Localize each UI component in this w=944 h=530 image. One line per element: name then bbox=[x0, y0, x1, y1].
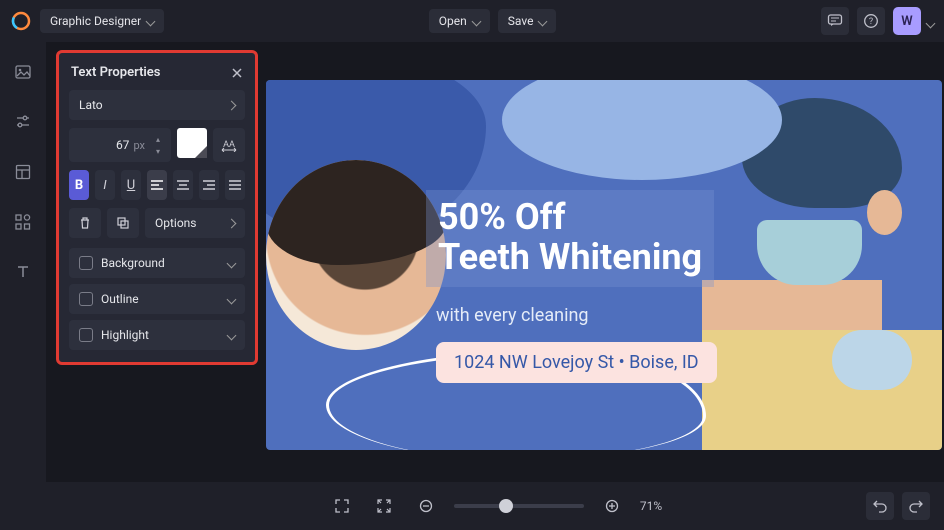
duplicate-icon[interactable] bbox=[107, 208, 139, 238]
letter-spacing-button[interactable]: AA bbox=[213, 128, 245, 162]
underline-button[interactable]: U bbox=[121, 170, 141, 200]
top-bar: Graphic Designer Open Save ? W bbox=[0, 0, 944, 42]
align-justify-button[interactable] bbox=[225, 170, 245, 200]
elements-tool-icon[interactable] bbox=[11, 210, 35, 234]
open-menu[interactable]: Open bbox=[429, 9, 490, 33]
font-name: Lato bbox=[79, 98, 103, 112]
open-label: Open bbox=[439, 14, 467, 28]
mode-dropdown[interactable]: Graphic Designer bbox=[40, 9, 164, 33]
text-color-swatch[interactable] bbox=[177, 128, 207, 158]
address-box[interactable]: 1024 NW Lovejoy St • Boise, ID bbox=[436, 342, 717, 383]
background-label: Background bbox=[101, 256, 165, 270]
zoom-out-icon[interactable] bbox=[412, 492, 440, 520]
chevron-down-icon bbox=[228, 256, 235, 270]
mode-label: Graphic Designer bbox=[50, 14, 141, 28]
feedback-icon[interactable] bbox=[821, 7, 849, 35]
help-icon[interactable]: ? bbox=[857, 7, 885, 35]
checkbox-icon bbox=[79, 328, 93, 342]
text-properties-panel: Text Properties Lato 67 px ▴ ▾ AA B I U bbox=[56, 50, 258, 365]
zoom-percent: 71% bbox=[640, 499, 662, 513]
chevron-right-icon bbox=[228, 98, 235, 112]
checkbox-icon bbox=[79, 256, 93, 270]
adjustments-tool-icon[interactable] bbox=[11, 110, 35, 134]
chevron-down-icon bbox=[147, 14, 154, 28]
undo-icon[interactable] bbox=[866, 492, 894, 520]
user-avatar[interactable]: W bbox=[893, 7, 921, 35]
italic-button[interactable]: I bbox=[95, 170, 115, 200]
chevron-down-icon bbox=[539, 14, 546, 28]
font-family-selector[interactable]: Lato bbox=[69, 90, 245, 120]
fullscreen-icon[interactable] bbox=[328, 492, 356, 520]
delete-icon[interactable] bbox=[69, 208, 101, 238]
highlight-label: Highlight bbox=[101, 328, 149, 342]
save-menu[interactable]: Save bbox=[498, 9, 557, 33]
chevron-down-icon bbox=[228, 328, 235, 342]
bold-button[interactable]: B bbox=[69, 170, 89, 200]
close-icon[interactable] bbox=[231, 67, 243, 79]
svg-text:?: ? bbox=[869, 17, 873, 27]
chevron-down-icon[interactable] bbox=[927, 12, 934, 31]
chevron-down-icon bbox=[473, 14, 480, 28]
options-label: Options bbox=[155, 216, 197, 230]
font-size-value: 67 bbox=[116, 138, 130, 152]
text-tool-icon[interactable] bbox=[11, 260, 35, 284]
svg-text:AA: AA bbox=[223, 140, 235, 150]
design-canvas[interactable]: 50% Off Teeth Whitening with every clean… bbox=[266, 80, 942, 450]
chevron-right-icon bbox=[228, 216, 235, 230]
subhead-text[interactable]: with every cleaning bbox=[436, 305, 589, 326]
text-style-row: B I U bbox=[69, 170, 245, 200]
redo-icon[interactable] bbox=[902, 492, 930, 520]
outline-toggle[interactable]: Outline bbox=[69, 284, 245, 314]
zoom-slider[interactable] bbox=[454, 504, 584, 508]
size-step-down[interactable]: ▾ bbox=[153, 146, 163, 156]
size-step-up[interactable]: ▴ bbox=[153, 134, 163, 144]
align-center-button[interactable] bbox=[173, 170, 193, 200]
font-size-unit: px bbox=[133, 139, 145, 152]
text-actions-row: Options bbox=[69, 208, 245, 238]
font-size-row: 67 px ▴ ▾ AA bbox=[69, 128, 245, 162]
options-menu[interactable]: Options bbox=[145, 208, 245, 238]
image-tool-icon[interactable] bbox=[11, 60, 35, 84]
fit-screen-icon[interactable] bbox=[370, 492, 398, 520]
app-logo[interactable] bbox=[10, 10, 32, 32]
zoom-in-icon[interactable] bbox=[598, 492, 626, 520]
headline-line-1: 50% Off bbox=[438, 198, 702, 238]
canvas-blob-light bbox=[502, 80, 782, 180]
save-label: Save bbox=[508, 14, 534, 28]
template-tool-icon[interactable] bbox=[11, 160, 35, 184]
highlight-toggle[interactable]: Highlight bbox=[69, 320, 245, 350]
font-size-input[interactable]: 67 px ▴ ▾ bbox=[69, 128, 171, 162]
align-right-button[interactable] bbox=[199, 170, 219, 200]
panel-title: Text Properties bbox=[71, 65, 161, 80]
checkbox-icon bbox=[79, 292, 93, 306]
headline-text[interactable]: 50% Off Teeth Whitening bbox=[426, 190, 714, 287]
background-toggle[interactable]: Background bbox=[69, 248, 245, 278]
left-rail bbox=[0, 42, 46, 530]
headline-line-2: Teeth Whitening bbox=[438, 238, 702, 278]
zoom-thumb[interactable] bbox=[499, 499, 513, 513]
chevron-down-icon bbox=[228, 292, 235, 306]
canvas-smile-photo bbox=[266, 160, 446, 350]
outline-label: Outline bbox=[101, 292, 139, 306]
avatar-letter: W bbox=[901, 14, 912, 29]
bottom-bar: 71% bbox=[46, 482, 944, 530]
align-left-button[interactable] bbox=[147, 170, 167, 200]
